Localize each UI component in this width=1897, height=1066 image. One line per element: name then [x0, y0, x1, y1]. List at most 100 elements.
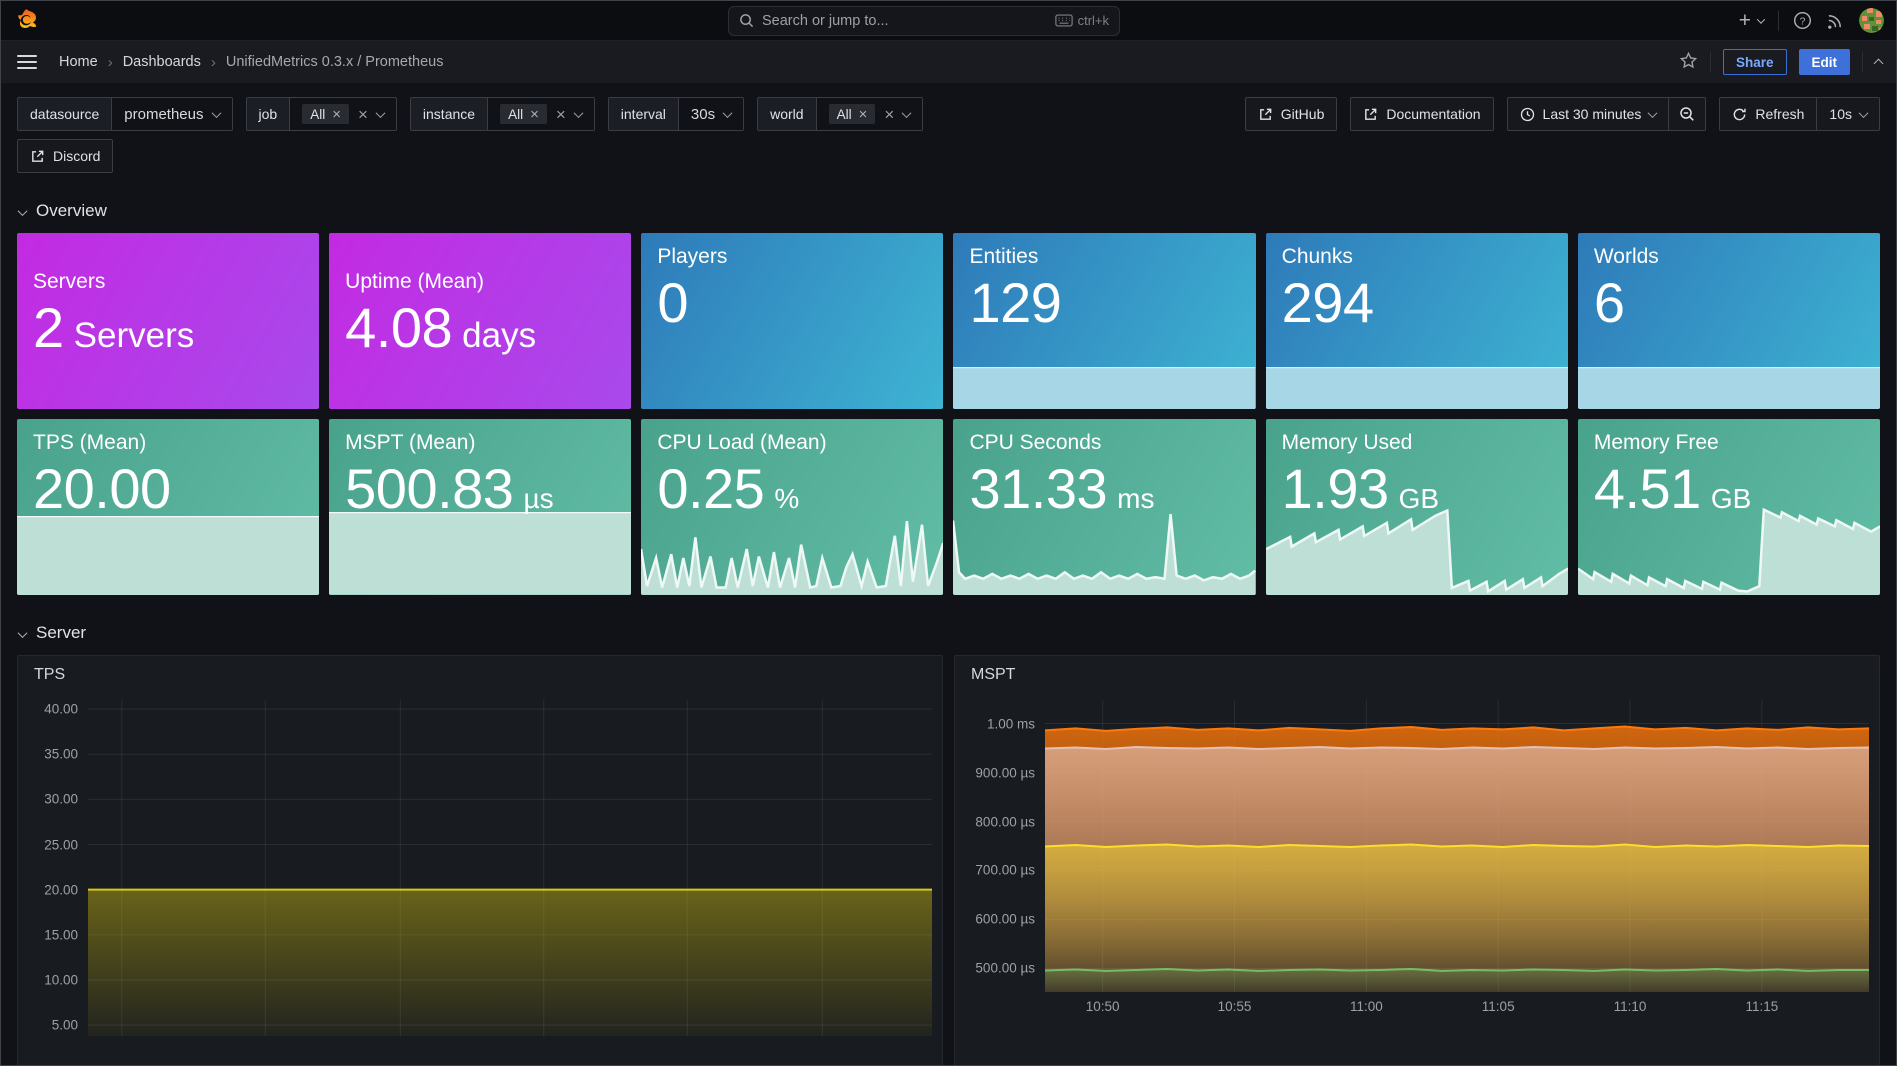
- stat-panel-uptime: Uptime (Mean) 4.08days: [329, 233, 631, 409]
- y-tick-label: 500.00 µs: [975, 961, 1035, 976]
- sparkline: [953, 367, 1255, 409]
- chevron-down-icon: [375, 108, 385, 118]
- stat-unit: days: [462, 316, 536, 356]
- mspt-time-series-plot: [1045, 700, 1869, 992]
- y-tick-label: 1.00 ms: [987, 716, 1035, 731]
- clear-all-icon[interactable]: ×: [884, 106, 894, 123]
- stat-panel-cpu-load: CPU Load (Mean) 0.25%: [641, 419, 943, 595]
- search-placeholder: Search or jump to...: [762, 13, 1047, 29]
- variable-instance[interactable]: instance All × ×: [410, 97, 595, 131]
- variable-value: 30s: [691, 106, 715, 123]
- y-tick-label: 5.00: [52, 1018, 78, 1033]
- remove-value-icon[interactable]: ×: [332, 107, 341, 122]
- tps-time-series-plot: [88, 700, 932, 1036]
- favorite-star-icon[interactable]: [1679, 51, 1698, 73]
- chevron-down-icon: [18, 628, 28, 638]
- section-server[interactable]: Server: [19, 623, 1880, 643]
- y-tick-label: 600.00 µs: [975, 912, 1035, 927]
- section-title: Overview: [36, 201, 107, 221]
- refresh-interval-picker[interactable]: 10s: [1817, 97, 1880, 131]
- top-nav-right: + ?: [1739, 8, 1884, 33]
- panel-title[interactable]: TPS: [18, 656, 942, 686]
- documentation-link-button[interactable]: Documentation: [1350, 97, 1493, 131]
- remove-value-icon[interactable]: ×: [859, 107, 868, 122]
- time-range-picker[interactable]: Last 30 minutes: [1507, 97, 1670, 131]
- grafana-logo-icon[interactable]: [13, 7, 40, 34]
- stat-panel-chunks: Chunks 294: [1266, 233, 1568, 409]
- dashboard-content: Overview Servers 2Servers Uptime (Mean) …: [1, 201, 1896, 1066]
- variable-label: world: [758, 98, 816, 130]
- help-icon: ?: [1793, 11, 1812, 30]
- selected-value-pill[interactable]: All ×: [829, 104, 876, 124]
- menu-toggle-icon[interactable]: [17, 55, 37, 69]
- stat-value: 4.51: [1594, 457, 1701, 521]
- variable-interval[interactable]: interval 30s: [608, 97, 744, 131]
- add-new-button[interactable]: +: [1739, 10, 1764, 31]
- stat-title: Players: [657, 245, 927, 269]
- discord-link-button[interactable]: Discord: [17, 139, 113, 173]
- panel-mspt-chart: MSPT 1.00 ms900.00 µs800.00 µs700.00 µs6…: [954, 655, 1880, 1066]
- y-tick-label: 800.00 µs: [975, 814, 1035, 829]
- stat-panel-servers: Servers 2Servers: [17, 233, 319, 409]
- panel-tps-chart: TPS 40.0035.0030.0025.0020.0015.0010.005…: [17, 655, 943, 1066]
- selected-value-pill[interactable]: All ×: [302, 104, 349, 124]
- news-button[interactable]: [1826, 11, 1845, 30]
- x-tick-label: 11:05: [1482, 999, 1515, 1014]
- stat-panel-players: Players 0: [641, 233, 943, 409]
- edit-button[interactable]: Edit: [1799, 49, 1851, 75]
- clear-all-icon[interactable]: ×: [358, 106, 368, 123]
- chevron-down-icon: [211, 108, 221, 118]
- variable-label: interval: [609, 98, 679, 130]
- y-tick-label: 15.00: [44, 927, 78, 942]
- variable-datasource[interactable]: datasource prometheus: [17, 97, 233, 131]
- stat-panel-cpu-seconds: CPU Seconds 31.33ms: [953, 419, 1255, 595]
- rss-icon: [1826, 11, 1845, 30]
- stat-title: Uptime (Mean): [345, 270, 615, 294]
- stat-value: 4.08: [345, 296, 452, 360]
- sparkline: [1266, 367, 1568, 409]
- divider: [1710, 52, 1711, 72]
- clear-all-icon[interactable]: ×: [556, 106, 566, 123]
- chevron-down-icon: [1859, 108, 1869, 118]
- stat-unit: Servers: [74, 316, 195, 356]
- section-overview[interactable]: Overview: [19, 201, 1880, 221]
- divider: [1778, 11, 1779, 31]
- variable-label: instance: [411, 98, 488, 130]
- y-tick-label: 25.00: [44, 837, 78, 852]
- section-title: Server: [36, 623, 86, 643]
- x-axis: [88, 1036, 932, 1062]
- variable-job[interactable]: job All × ×: [246, 97, 397, 131]
- filter-bar: datasource prometheus job All × ×: [1, 83, 1896, 173]
- refresh-button[interactable]: Refresh: [1719, 97, 1817, 131]
- selected-value-pill[interactable]: All ×: [500, 104, 547, 124]
- x-axis: 10:5010:5511:0011:0511:1011:15: [1045, 992, 1869, 1018]
- stat-value: 0: [657, 271, 688, 335]
- stat-value: 20.00: [33, 457, 171, 521]
- y-tick-label: 10.00: [44, 973, 78, 988]
- chevron-down-icon: [573, 108, 583, 118]
- share-button[interactable]: Share: [1723, 49, 1787, 75]
- stat-title: Entities: [969, 245, 1239, 269]
- search-icon: [739, 13, 754, 28]
- remove-value-icon[interactable]: ×: [530, 107, 539, 122]
- breadcrumb-current-dashboard: UnifiedMetrics 0.3.x / Prometheus: [226, 54, 444, 70]
- search-input[interactable]: Search or jump to... ctrl+k: [728, 6, 1120, 36]
- zoom-out-time-button[interactable]: [1669, 97, 1706, 131]
- x-tick-label: 10:50: [1086, 999, 1120, 1014]
- stat-panel-worlds: Worlds 6: [1578, 233, 1880, 409]
- help-button[interactable]: ?: [1793, 11, 1812, 30]
- panel-title[interactable]: MSPT: [955, 656, 1879, 686]
- variable-label: job: [247, 98, 291, 130]
- github-link-button[interactable]: GitHub: [1245, 97, 1338, 131]
- chevron-down-icon: [1757, 15, 1765, 23]
- avatar[interactable]: [1859, 8, 1884, 33]
- y-tick-label: 30.00: [44, 792, 78, 807]
- collapse-chevron-up-icon[interactable]: [1875, 55, 1882, 70]
- stat-title: CPU Seconds: [969, 431, 1239, 455]
- variable-world[interactable]: world All × ×: [757, 97, 923, 131]
- stat-panel-tps-mean: TPS (Mean) 20.00: [17, 419, 319, 595]
- breadcrumb-dashboards[interactable]: Dashboards: [123, 54, 201, 70]
- breadcrumb-home[interactable]: Home: [59, 54, 98, 70]
- stat-value: 294: [1282, 271, 1374, 335]
- plus-icon: +: [1739, 10, 1751, 31]
